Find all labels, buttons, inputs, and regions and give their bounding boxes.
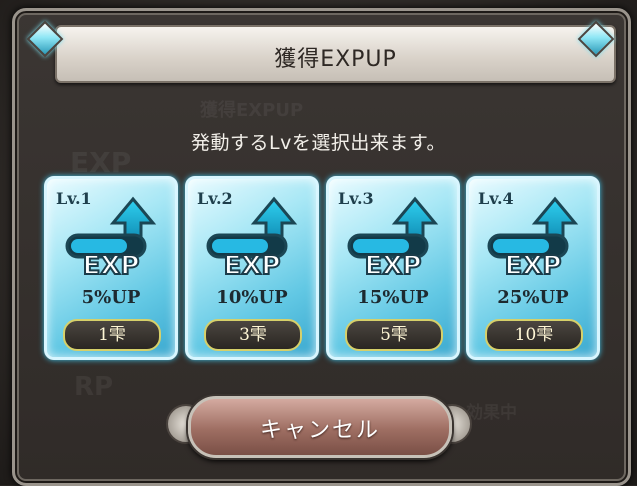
instruction-text: 発動するLvを選択出来ます。 <box>191 132 446 154</box>
card-percent: 15%UP <box>357 287 429 308</box>
level-card-4[interactable]: Lv.4 EXP 25%UP 10雫 <box>466 176 600 360</box>
card-cost: 3雫 <box>204 319 302 351</box>
dialog-title: 獲得EXPUP <box>274 47 397 72</box>
card-percent: 5%UP <box>81 287 141 308</box>
ghost-rp: RP <box>74 372 114 402</box>
level-card-3[interactable]: Lv.3 EXP 15%UP 5雫 <box>326 176 460 360</box>
ghost-status: 効果中 <box>466 403 517 423</box>
cancel-button[interactable]: キャンセル <box>188 396 452 458</box>
card-level-label: Lv.1 <box>56 189 92 208</box>
card-level-label: Lv.4 <box>478 189 514 208</box>
card-cost: 5雫 <box>345 319 443 351</box>
level-card-1[interactable]: Lv.1 EXP 5%UP 1雫 <box>44 176 178 360</box>
card-cost: 10雫 <box>485 319 583 351</box>
exp-icon-label: EXP <box>364 250 423 282</box>
exp-icon-label: EXP <box>223 250 282 282</box>
card-percent: 25%UP <box>497 287 569 308</box>
exp-icon-label: EXP <box>504 250 563 282</box>
level-card-2[interactable]: Lv.2 EXP 10%UP 3雫 <box>185 176 319 360</box>
dialog-header: 獲得EXPUP <box>55 25 616 83</box>
card-cost: 1雫 <box>63 319 161 351</box>
card-percent: 10%UP <box>216 287 288 308</box>
cancel-button-label: キャンセル <box>259 418 380 443</box>
card-level-label: Lv.2 <box>197 189 233 208</box>
exp-icon-label: EXP <box>82 250 141 282</box>
card-level-label: Lv.3 <box>338 189 374 208</box>
ghost-title: 獲得EXPUP <box>200 100 304 121</box>
